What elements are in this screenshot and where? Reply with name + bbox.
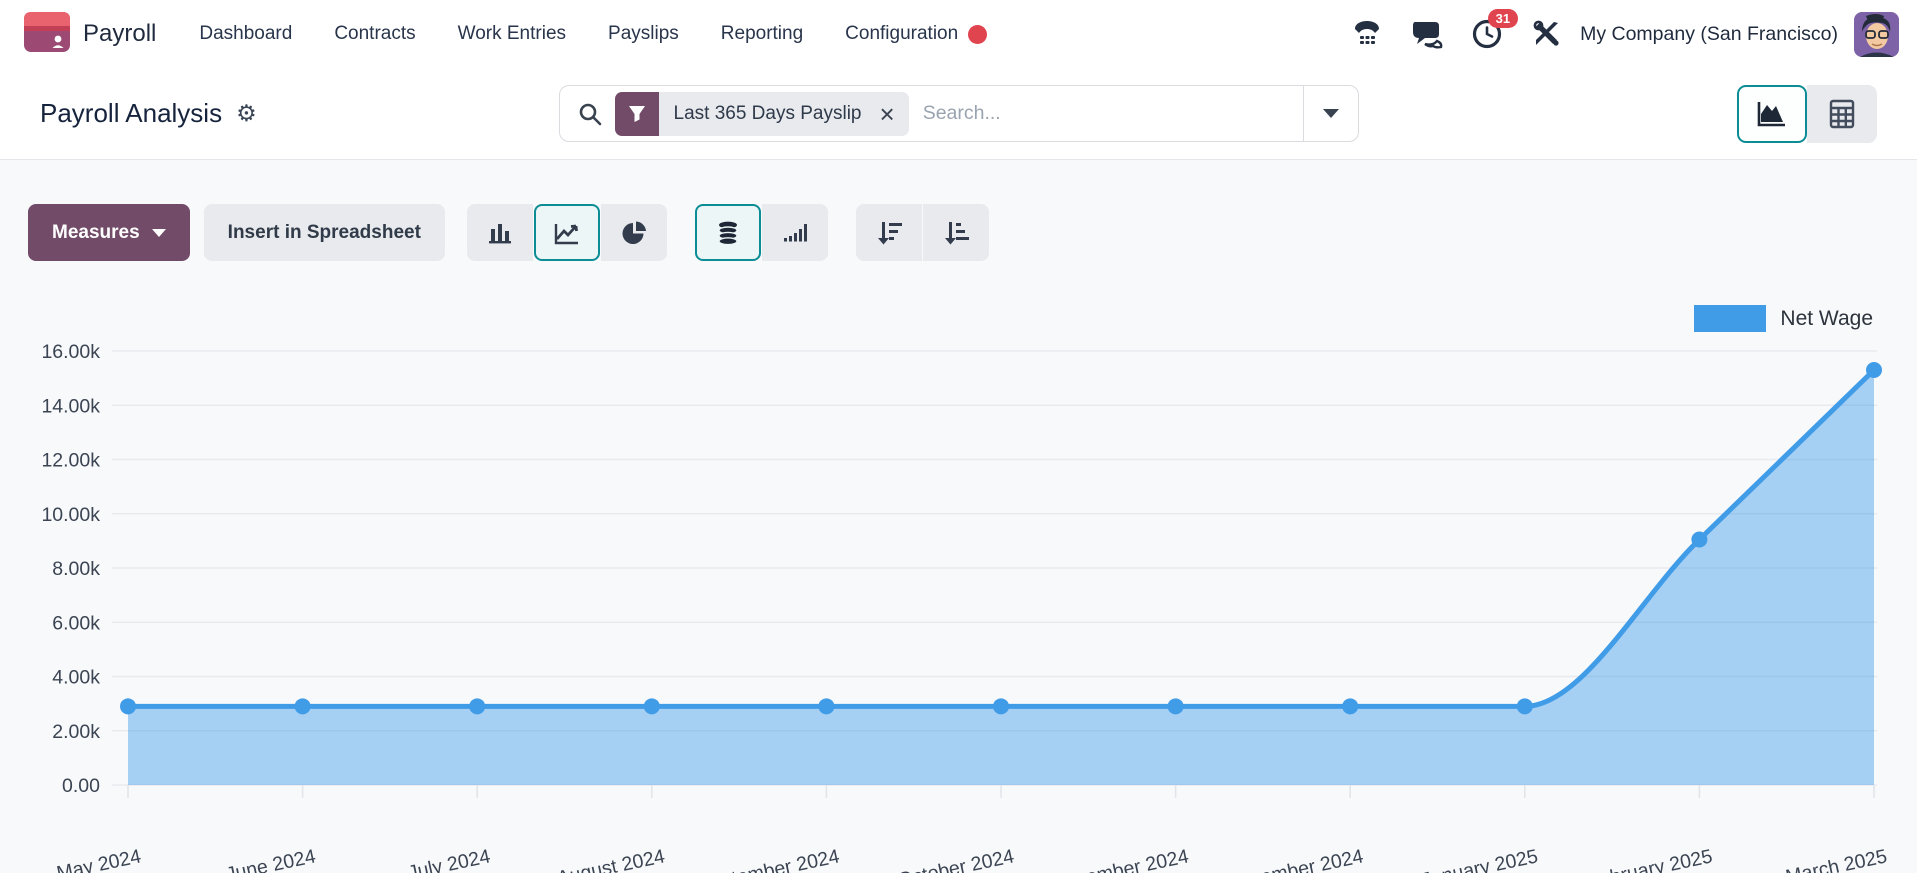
x-tick-label: September 2024: [696, 845, 842, 873]
stacked-database-icon: [718, 221, 738, 245]
bar-chart-button[interactable]: [466, 204, 533, 261]
sort-desc-icon: [877, 221, 902, 244]
legend-swatch: [1694, 305, 1767, 332]
graph-view-button[interactable]: [1737, 84, 1807, 143]
nav-item-dashboard[interactable]: Dashboard: [178, 0, 313, 68]
line-chart-button[interactable]: [533, 204, 600, 261]
y-tick-label: 14.00k: [41, 395, 100, 417]
cog-menu-icon[interactable]: ⚙: [236, 102, 257, 125]
legend-net-wage[interactable]: Net Wage: [0, 305, 1873, 332]
nav-item-configuration[interactable]: Configuration: [824, 0, 1008, 68]
y-tick-label: 10.00k: [41, 504, 100, 526]
y-tick-label: 16.00k: [41, 341, 100, 363]
search-bar[interactable]: Last 365 Days Payslip ×: [558, 85, 1359, 142]
nav-item-contracts[interactable]: Contracts: [313, 0, 436, 68]
main-menu: Dashboard Contracts Work Entries Payslip…: [178, 0, 1008, 68]
data-point[interactable]: [1342, 698, 1359, 715]
line-chart-icon: [554, 223, 578, 244]
filter-icon: [614, 91, 659, 136]
company-selector[interactable]: My Company (San Francisco): [1580, 23, 1838, 46]
y-tick-label: 4.00k: [52, 667, 100, 689]
pie-chart-button[interactable]: [600, 204, 667, 261]
user-avatar[interactable]: [1854, 11, 1899, 57]
data-point[interactable]: [469, 698, 486, 715]
chart-type-group: [466, 204, 667, 261]
chat-icon[interactable]: [1404, 11, 1450, 57]
chart-canvas[interactable]: 0.00 2.00k 4.00k 6.00k 8.00k 10.00k 12.00k 14.0…: [0, 338, 1917, 873]
data-point[interactable]: [818, 698, 835, 715]
filter-chip-label: Last 365 Days Payslip: [673, 102, 862, 124]
search-input[interactable]: [908, 102, 1303, 125]
chevron-down-icon: [1322, 109, 1339, 118]
x-tick-label: May 2024: [55, 845, 143, 873]
insert-in-spreadsheet-button[interactable]: Insert in Spreadsheet: [203, 204, 445, 261]
measures-button[interactable]: Measures: [28, 204, 190, 261]
pivot-table-icon: [1829, 99, 1855, 128]
activities-clock-icon[interactable]: 31: [1464, 9, 1519, 57]
y-tick-label: 12.00k: [41, 450, 100, 472]
upgrade-dot-icon: [968, 24, 988, 44]
stacked-button[interactable]: [694, 204, 761, 261]
data-point[interactable]: [993, 698, 1009, 715]
payroll-analysis-chart: Net Wage 0.00 2.00k 4.00k 6.00k 8.00k 10.00k 1…: [0, 305, 1917, 873]
view-switcher: [1737, 84, 1877, 143]
nav-item-reporting[interactable]: Reporting: [700, 0, 824, 68]
activity-count-badge: 31: [1487, 9, 1519, 28]
search-filter-chip[interactable]: Last 365 Days Payslip ×: [614, 91, 909, 136]
x-tick-label: December 2024: [1225, 845, 1365, 873]
sort-descending-button[interactable]: [855, 204, 922, 261]
data-point[interactable]: [1516, 698, 1533, 715]
area-chart-icon: [1757, 101, 1785, 126]
x-tick-label: November 2024: [1050, 845, 1190, 873]
data-point[interactable]: [294, 698, 311, 715]
stack-mode-group: [694, 204, 828, 261]
y-tick-label: 0.00: [62, 775, 100, 797]
y-tick-label: 8.00k: [52, 558, 100, 580]
legend-label: Net Wage: [1780, 306, 1873, 330]
app-name: Payroll: [83, 20, 157, 47]
y-tick-label: 2.00k: [52, 721, 100, 743]
data-point[interactable]: [1866, 361, 1882, 378]
caret-down-icon: [151, 228, 166, 237]
x-tick-label: June 2024: [224, 845, 318, 873]
x-tick-label: February 2025: [1586, 845, 1715, 873]
nav-item-work-entries[interactable]: Work Entries: [437, 0, 587, 68]
search-dropdown-toggle[interactable]: [1302, 86, 1358, 141]
pivot-view-button[interactable]: [1807, 84, 1877, 143]
cumulative-button[interactable]: [761, 204, 828, 261]
top-navbar: Payroll Dashboard Contracts Work Entries…: [0, 0, 1917, 68]
data-point[interactable]: [1167, 698, 1184, 715]
search-icon: [578, 102, 602, 126]
sort-ascending-button[interactable]: [922, 204, 989, 261]
voip-phone-icon[interactable]: [1344, 11, 1390, 57]
remove-filter-icon[interactable]: ×: [872, 101, 903, 127]
pie-chart-icon: [622, 221, 646, 244]
data-point[interactable]: [1691, 531, 1708, 548]
x-tick-label: August 2024: [555, 845, 667, 873]
area-fill: [128, 369, 1874, 785]
nav-item-payslips[interactable]: Payslips: [587, 0, 700, 68]
x-tick-label: January 2025: [1420, 845, 1540, 873]
systray: 31: [1344, 9, 1570, 57]
bar-chart-icon: [488, 223, 511, 243]
x-tick-label: March 2025: [1784, 845, 1889, 873]
control-panel: Payroll Analysis ⚙ Last 365 Days Payslip…: [0, 68, 1917, 160]
x-tick-label: October 2024: [896, 845, 1016, 873]
data-point[interactable]: [120, 698, 136, 715]
apps-menu-brand[interactable]: Payroll: [18, 11, 166, 57]
payroll-app-icon: [24, 11, 70, 57]
sort-group: [855, 204, 989, 261]
debug-tools-icon[interactable]: [1524, 11, 1570, 57]
data-point[interactable]: [643, 698, 660, 715]
x-tick-label: July 2024: [406, 845, 492, 873]
y-tick-label: 6.00k: [52, 612, 100, 634]
page-title: Payroll Analysis: [40, 98, 223, 128]
sort-asc-icon: [944, 221, 969, 244]
ascending-bars-icon: [783, 223, 807, 241]
graph-toolbar: Measures Insert in Spreadsheet: [28, 204, 1917, 261]
